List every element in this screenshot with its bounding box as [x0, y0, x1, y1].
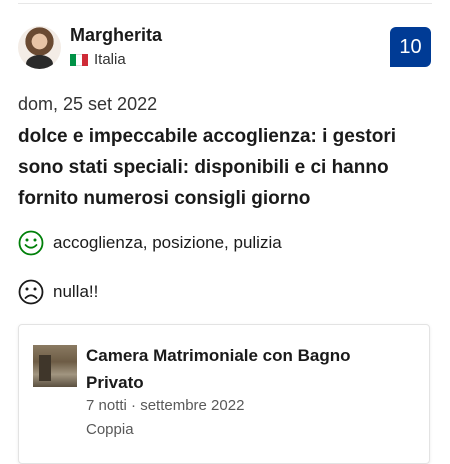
review-title: dolce e impeccabile accoglienza: i gesto… [18, 126, 397, 209]
positive-text: accoglienza, posizione, pulizia [53, 233, 282, 252]
room-name: Camera Matrimoniale con Bagno Privato [86, 346, 351, 392]
stay-details-card: Camera Matrimoniale con Bagno Privato 7 … [18, 324, 430, 464]
review-negative: nulla!! [18, 279, 98, 305]
smiley-sad-icon [18, 279, 44, 305]
italy-flag-icon [70, 53, 88, 66]
review-positive: accoglienza, posizione, pulizia [18, 230, 282, 256]
room-thumbnail[interactable] [33, 345, 77, 387]
avatar[interactable] [18, 26, 61, 69]
reviewer-country: Italia [70, 51, 126, 68]
reviewer-name: Margherita [70, 25, 163, 45]
top-divider [18, 3, 432, 4]
smiley-happy-icon [18, 230, 44, 256]
review-score-badge: 10 [390, 27, 431, 67]
traveler-type: Coppia [86, 421, 134, 438]
country-name: Italia [94, 51, 126, 68]
stay-duration: 7 notti · settembre 2022 [86, 397, 245, 414]
negative-text: nulla!! [53, 282, 99, 301]
review-date: dom, 25 set 2022 [18, 94, 158, 114]
